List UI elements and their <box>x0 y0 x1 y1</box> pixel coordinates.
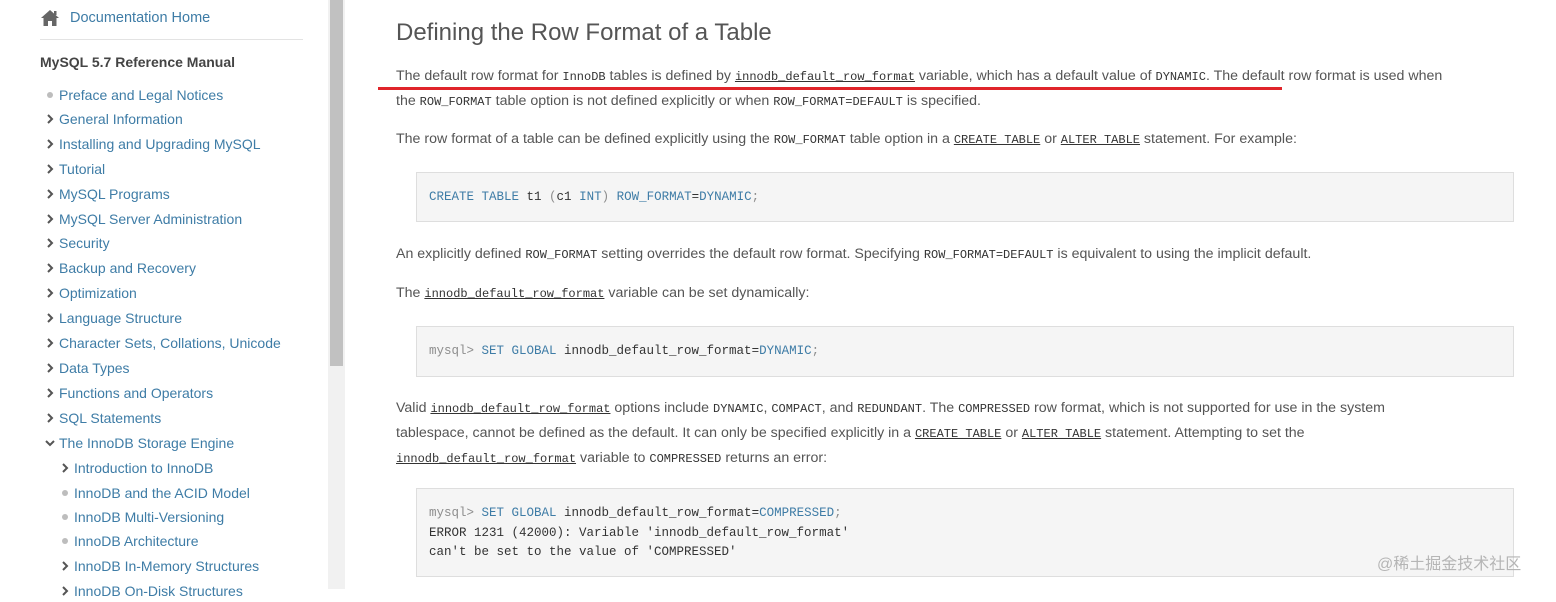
chevron-right-icon <box>44 164 56 174</box>
sidebar-item[interactable]: SQL Statements <box>44 407 161 429</box>
sidebar: Documentation Home MySQL 5.7 Reference M… <box>0 0 328 599</box>
chevron-right-icon <box>44 413 56 423</box>
link-alter-table[interactable]: ALTER TABLE <box>1061 133 1140 147</box>
sidebar-item[interactable]: Preface and Legal Notices <box>44 84 223 106</box>
sidebar-item-label: MySQL Programs <box>59 186 170 202</box>
code-dynamic: DYNAMIC <box>1155 70 1206 84</box>
home-icon <box>41 10 59 26</box>
bullet-icon <box>59 514 71 520</box>
sidebar-item[interactable]: InnoDB Multi-Versioning <box>59 506 224 528</box>
sidebar-item-label: InnoDB and the ACID Model <box>74 485 250 501</box>
sidebar-item-label: The InnoDB Storage Engine <box>59 435 235 451</box>
sidebar-item[interactable]: The InnoDB Storage Engine <box>44 432 234 454</box>
sidebar-divider <box>40 39 303 40</box>
red-highlight-underline <box>378 87 1282 90</box>
error-line: ERROR 1231 (42000): Variable 'innodb_def… <box>429 525 850 540</box>
documentation-home-label: Documentation Home <box>70 10 211 26</box>
sidebar-item[interactable]: Backup and Recovery <box>44 257 196 279</box>
chevron-right-icon <box>44 363 56 373</box>
chevron-down-icon <box>44 438 56 448</box>
link-innodb-default-row-format[interactable]: innodb_default_row_format <box>396 452 576 466</box>
sidebar-item-label: Data Types <box>59 360 130 376</box>
chevron-right-icon <box>44 139 56 149</box>
sidebar-item-label: Backup and Recovery <box>59 260 196 276</box>
code-example-create-table: CREATE TABLE t1 (c1 INT) ROW_FORMAT=DYNA… <box>416 172 1514 222</box>
sidebar-item[interactable]: Optimization <box>44 282 137 304</box>
chevron-right-icon <box>59 561 71 571</box>
link-innodb-default-row-format[interactable]: innodb_default_row_format <box>735 70 915 84</box>
link-alter-table[interactable]: ALTER TABLE <box>1022 427 1101 441</box>
chevron-right-icon <box>44 263 56 273</box>
sidebar-item-label: SQL Statements <box>59 410 162 426</box>
sidebar-scrollbar-thumb[interactable] <box>330 0 343 366</box>
sidebar-item-label: Optimization <box>59 285 137 301</box>
link-innodb-default-row-format[interactable]: innodb_default_row_format <box>424 287 604 301</box>
code-example-set-global-dynamic: mysql> SET GLOBAL innodb_default_row_for… <box>416 326 1514 377</box>
link-create-table[interactable]: CREATE TABLE <box>915 427 1001 441</box>
paragraph-override: An explicitly defined ROW_FORMAT setting… <box>396 246 1312 262</box>
sidebar-item-label: Functions and Operators <box>59 385 214 401</box>
sidebar-item-label: InnoDB In-Memory Structures <box>74 558 260 574</box>
sidebar-item-label: InnoDB On-Disk Structures <box>74 583 243 599</box>
sidebar-item[interactable]: Character Sets, Collations, Unicode <box>44 332 281 354</box>
sidebar-item[interactable]: Security <box>44 232 110 254</box>
error-line: can't be set to the value of 'COMPRESSED… <box>429 545 737 559</box>
sidebar-item[interactable]: General Information <box>44 108 183 130</box>
sidebar-item[interactable]: MySQL Server Administration <box>44 208 242 230</box>
code-innodb: InnoDB <box>562 70 606 84</box>
sidebar-item-label: Security <box>59 235 110 251</box>
sidebar-item-label: Character Sets, Collations, Unicode <box>59 335 281 351</box>
chevron-right-icon <box>59 463 71 473</box>
bullet-icon <box>44 92 56 98</box>
sidebar-item[interactable]: InnoDB On-Disk Structures <box>59 580 243 602</box>
sidebar-item-label: Installing and Upgrading MySQL <box>59 136 261 152</box>
sidebar-item-label: General Information <box>59 111 183 127</box>
bullet-icon <box>59 538 71 544</box>
sidebar-item-label: Tutorial <box>59 161 106 177</box>
sidebar-item[interactable]: Introduction to InnoDB <box>59 457 213 479</box>
documentation-home-link[interactable]: Documentation Home <box>40 9 210 27</box>
sidebar-item[interactable]: Installing and Upgrading MySQL <box>44 133 261 155</box>
sidebar-item[interactable]: Data Types <box>44 357 130 379</box>
sidebar-item-label: InnoDB Architecture <box>74 533 199 549</box>
page-title: Defining the Row Format of a Table <box>396 19 772 46</box>
code-example-set-global-compressed: mysql> SET GLOBAL innodb_default_row_for… <box>416 488 1514 577</box>
chevron-right-icon <box>44 214 56 224</box>
paragraph-dynamic-set: The innodb_default_row_format variable c… <box>396 285 810 301</box>
link-create-table[interactable]: CREATE TABLE <box>954 133 1040 147</box>
sidebar-item-label: InnoDB Multi-Versioning <box>74 509 225 525</box>
sidebar-item-label: Preface and Legal Notices <box>59 87 224 103</box>
sidebar-item-label: MySQL Server Administration <box>59 211 243 227</box>
chevron-right-icon <box>44 313 56 323</box>
chevron-right-icon <box>44 189 56 199</box>
chevron-right-icon <box>44 238 56 248</box>
chevron-right-icon <box>44 114 56 124</box>
sidebar-item-label: Introduction to InnoDB <box>74 460 214 476</box>
sidebar-item[interactable]: MySQL Programs <box>44 183 170 205</box>
sidebar-item[interactable]: Language Structure <box>44 307 182 329</box>
chevron-right-icon <box>59 586 71 596</box>
sidebar-item[interactable]: InnoDB and the ACID Model <box>59 482 250 504</box>
bullet-icon <box>59 490 71 496</box>
manual-title: MySQL 5.7 Reference Manual <box>40 54 236 70</box>
sidebar-item[interactable]: InnoDB In-Memory Structures <box>59 555 259 577</box>
sidebar-item[interactable]: InnoDB Architecture <box>59 530 199 552</box>
chevron-right-icon <box>44 388 56 398</box>
chevron-right-icon <box>44 288 56 298</box>
sidebar-item-label: Language Structure <box>59 310 182 326</box>
paragraph-valid-options: Valid innodb_default_row_format options … <box>396 400 1385 466</box>
link-innodb-default-row-format[interactable]: innodb_default_row_format <box>430 402 610 416</box>
paragraph-explicit-row-format: The row format of a table can be defined… <box>396 131 1297 147</box>
sidebar-item[interactable]: Tutorial <box>44 158 105 180</box>
sidebar-item[interactable]: Functions and Operators <box>44 382 213 404</box>
watermark: @稀土掘金技术社区 <box>1377 556 1522 573</box>
chevron-right-icon <box>44 338 56 348</box>
